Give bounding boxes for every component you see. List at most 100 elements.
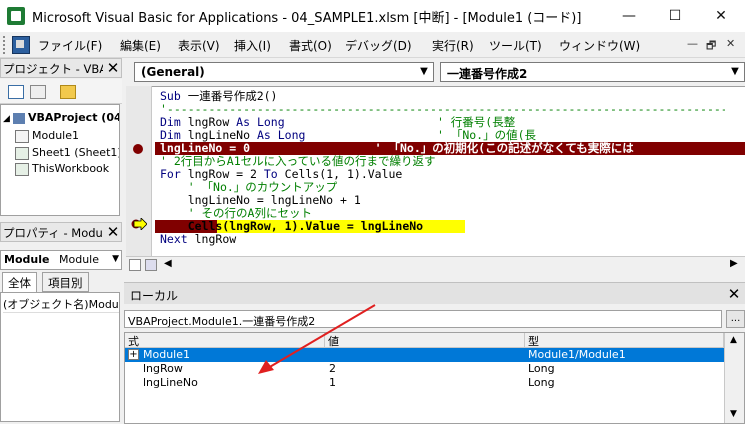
procedure-combo-value: 一連番号作成2 bbox=[447, 67, 528, 81]
view-code-icon[interactable] bbox=[8, 85, 24, 99]
code-keyword: As Long bbox=[256, 129, 306, 142]
tab-categorized[interactable]: 項目別 bbox=[42, 272, 89, 292]
mdi-close-button[interactable]: ✕ bbox=[726, 37, 735, 50]
toolbar-grip[interactable] bbox=[3, 36, 7, 54]
cell-expression: lngLineNo bbox=[143, 376, 198, 389]
code-text: lngRow = 2 bbox=[187, 167, 264, 181]
project-toolbar bbox=[0, 79, 122, 104]
execution-line-text: Cells(lngRow, 1).Value = lngLineNo bbox=[160, 219, 424, 233]
maximize-button[interactable]: ☐ bbox=[652, 0, 698, 32]
locals-vertical-scrollbar[interactable]: ▲ ▼ bbox=[724, 333, 744, 423]
tree-item-module1[interactable]: Module1 bbox=[15, 129, 119, 143]
code-comment: ' 「No.」の値(長 bbox=[305, 129, 537, 142]
procedure-combo[interactable]: 一連番号作成2 ▼ bbox=[440, 62, 745, 82]
menu-view[interactable]: 表示(V) bbox=[178, 37, 220, 54]
full-module-view-icon[interactable] bbox=[145, 259, 157, 271]
breakpoint-line[interactable]: lngLineNo = 0 ' 「No.」の初期化(この記述がなくても実際には bbox=[155, 142, 745, 155]
tree-item-label: Module1 bbox=[32, 129, 79, 142]
project-pane-title-text: プロジェクト - VBA bbox=[3, 62, 103, 76]
code-line[interactable]: Dim lngLineNo As Long ' 「No.」の値(長 bbox=[160, 129, 725, 142]
tree-item-thisworkbook[interactable]: ThisWorkbook bbox=[15, 162, 119, 176]
annotation-arrow-icon bbox=[258, 304, 376, 374]
scroll-down-icon[interactable]: ▼ bbox=[730, 409, 737, 419]
vba-module-icon[interactable] bbox=[12, 36, 30, 54]
table-row[interactable]: lngLineNo 1 Long bbox=[125, 376, 724, 390]
code-text: lngRow bbox=[187, 116, 237, 129]
tree-item-sheet1[interactable]: Sheet1 (Sheet1) bbox=[15, 146, 119, 160]
code-line[interactable]: Next lngRow bbox=[160, 233, 236, 246]
tree-root[interactable]: ◢ VBAProject (04_ bbox=[3, 111, 119, 124]
object-combo[interactable]: (General) ▼ bbox=[134, 62, 434, 82]
chevron-down-icon[interactable]: ▼ bbox=[726, 63, 744, 81]
properties-list[interactable]: (オブジェクト名)Module1 bbox=[0, 292, 120, 422]
code-line[interactable]: Dim lngRow As Long ' 行番号(長整 bbox=[160, 116, 725, 129]
sheet-icon bbox=[15, 146, 29, 160]
properties-object-combo[interactable]: Module Module ▼ bbox=[0, 250, 122, 270]
menu-edit[interactable]: 編集(E) bbox=[120, 37, 161, 54]
project-close-icon[interactable]: ✕ bbox=[105, 60, 121, 76]
title-bar: Microsoft Visual Basic for Applications … bbox=[0, 0, 745, 32]
menu-debug[interactable]: デバッグ(D) bbox=[345, 37, 412, 54]
project-tree[interactable]: ◢ VBAProject (04_ Module1 Sheet1 (Sheet1)… bbox=[0, 104, 120, 216]
tab-alphabetic[interactable]: 全体 bbox=[2, 272, 37, 292]
properties-object-name: Module bbox=[4, 253, 50, 266]
execution-arrow-icon bbox=[131, 218, 147, 230]
menu-run[interactable]: 実行(R) bbox=[432, 37, 474, 54]
tree-item-label: ThisWorkbook bbox=[32, 162, 110, 175]
menu-insert[interactable]: 挿入(I) bbox=[234, 37, 271, 54]
chevron-down-icon[interactable]: ▼ bbox=[415, 63, 433, 81]
locals-window-title: ローカル ✕ bbox=[124, 282, 745, 304]
scroll-right-icon[interactable]: ▶ bbox=[730, 258, 738, 269]
code-line[interactable]: '---------------------------------------… bbox=[160, 103, 725, 116]
menu-window[interactable]: ウィンドウ(W) bbox=[559, 37, 640, 54]
window-title: Microsoft Visual Basic for Applications … bbox=[32, 11, 582, 26]
property-name: (オブジェクト名) bbox=[3, 298, 89, 311]
properties-object-type: Module bbox=[59, 253, 99, 266]
chevron-down-icon[interactable]: ▼ bbox=[112, 254, 119, 264]
properties-tabs: 全体 項目別 bbox=[0, 272, 122, 292]
view-object-icon[interactable] bbox=[30, 85, 46, 99]
cell-expression: Module1 bbox=[143, 348, 190, 361]
minimize-button[interactable]: — bbox=[606, 0, 652, 32]
locals-title-text: ローカル bbox=[130, 289, 179, 303]
tree-root-label: VBAProject (04_ bbox=[28, 111, 119, 124]
locals-context: VBAProject.Module1.一連番号作成2 bbox=[124, 310, 722, 328]
breakpoint-margin[interactable] bbox=[126, 86, 152, 256]
cell-expression: lngRow bbox=[143, 362, 183, 375]
locals-close-icon[interactable]: ✕ bbox=[726, 286, 742, 302]
code-text: lngRow bbox=[194, 232, 237, 246]
module-icon bbox=[15, 129, 29, 143]
menu-bar: ファイル(F) 編集(E) 表示(V) 挿入(I) 書式(O) デバッグ(D) … bbox=[0, 32, 745, 58]
mdi-restore-button[interactable]: 🗗 bbox=[706, 37, 716, 56]
table-row[interactable]: lngRow 2 Long bbox=[125, 362, 724, 376]
code-keyword: To bbox=[263, 167, 285, 181]
table-row[interactable]: Module1 Module1/Module1 bbox=[125, 348, 724, 362]
menu-file[interactable]: ファイル(F) bbox=[38, 37, 102, 54]
code-keyword: Next bbox=[160, 232, 195, 246]
object-combo-value: (General) bbox=[141, 65, 205, 79]
scroll-up-icon[interactable]: ▲ bbox=[730, 335, 737, 345]
call-stack-button[interactable]: ... bbox=[726, 310, 745, 328]
properties-close-icon[interactable]: ✕ bbox=[105, 224, 121, 240]
scroll-left-icon[interactable]: ◀ bbox=[164, 258, 172, 269]
code-text: Cells(1, 1).Value bbox=[284, 167, 403, 181]
properties-pane-title-text: プロパティ - Module bbox=[3, 226, 103, 240]
menu-format[interactable]: 書式(O) bbox=[289, 37, 332, 54]
excel-app-icon[interactable] bbox=[7, 7, 25, 25]
code-combo-bar: (General) ▼ 一連番号作成2 ▼ bbox=[126, 60, 745, 84]
property-value: Module1 bbox=[88, 298, 119, 311]
workbook-icon bbox=[15, 162, 29, 176]
procedure-view-icon[interactable] bbox=[129, 259, 141, 271]
column-header-type[interactable]: 型 bbox=[525, 333, 724, 348]
breakpoint-icon[interactable] bbox=[133, 144, 143, 154]
expand-icon[interactable]: + bbox=[128, 349, 139, 360]
mdi-minimize-button[interactable]: — bbox=[687, 37, 698, 50]
toggle-folders-icon[interactable] bbox=[60, 85, 76, 99]
property-row[interactable]: (オブジェクト名)Module1 bbox=[3, 296, 119, 313]
code-line[interactable]: Sub 一連番号作成2() bbox=[160, 90, 277, 103]
code-horizontal-scrollbar[interactable]: ◀ ▶ bbox=[126, 256, 745, 273]
code-keyword: For bbox=[160, 167, 188, 181]
close-button[interactable]: ✕ bbox=[698, 0, 744, 32]
tree-item-label: Sheet1 (Sheet1) bbox=[32, 146, 119, 159]
menu-tools[interactable]: ツール(T) bbox=[489, 37, 542, 54]
